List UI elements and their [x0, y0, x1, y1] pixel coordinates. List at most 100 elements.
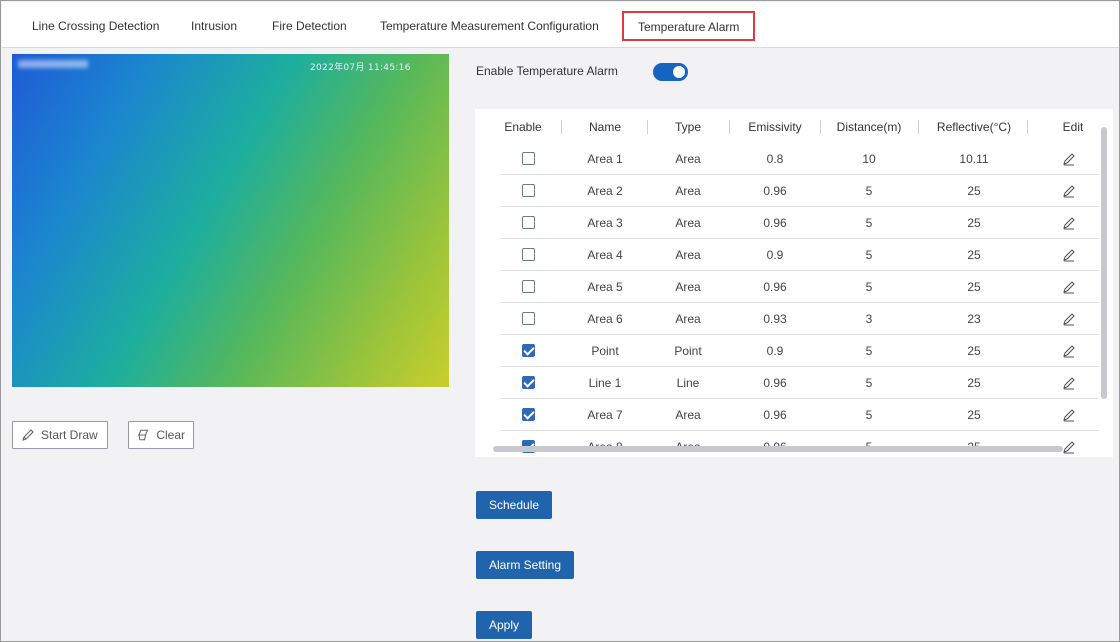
- row-enable-checkbox[interactable]: [522, 248, 535, 261]
- edit-pencil-icon[interactable]: [1062, 248, 1076, 262]
- row-enable-checkbox[interactable]: [522, 408, 535, 421]
- row-enable-checkbox[interactable]: [522, 152, 535, 165]
- row-type: Area: [675, 408, 701, 422]
- table-row: Area 3 Area 0.96 5 25: [499, 207, 1099, 239]
- row-reflective: 25: [967, 280, 981, 294]
- clear-button[interactable]: Clear: [128, 421, 194, 449]
- edit-pencil-icon[interactable]: [1062, 408, 1076, 422]
- enable-temperature-alarm-label: Enable Temperature Alarm: [476, 64, 618, 78]
- start-draw-button[interactable]: Start Draw: [12, 421, 108, 449]
- alarm-rules-table: Enable Name Type Emissivity Distance(m) …: [475, 109, 1113, 457]
- row-distance: 5: [865, 216, 873, 230]
- header-separator: [1027, 120, 1028, 134]
- row-name: Area 8: [575, 431, 635, 457]
- edit-pencil-icon[interactable]: [1062, 216, 1076, 230]
- toggle-knob: [673, 66, 685, 78]
- row-type: Area: [675, 216, 701, 230]
- row-distance: 10: [862, 152, 876, 166]
- row-name: Area 6: [587, 312, 623, 326]
- row-type: Area: [675, 184, 701, 198]
- table-row: Area 2 Area 0.96 5 25: [499, 175, 1099, 207]
- row-name: Area 4: [587, 248, 623, 262]
- schedule-button[interactable]: Schedule: [476, 491, 553, 519]
- header-separator: [647, 120, 648, 134]
- alarm-setting-button[interactable]: Alarm Setting: [476, 551, 575, 579]
- clear-label: Clear: [156, 428, 185, 442]
- row-name: Area 5: [587, 280, 623, 294]
- row-reflective: 25: [927, 431, 1021, 457]
- edit-pencil-icon[interactable]: [1062, 184, 1076, 198]
- row-emissivity: 0.8: [766, 152, 784, 166]
- row-type: Area: [675, 280, 701, 294]
- row-emissivity: 0.96: [763, 216, 787, 230]
- row-reflective: 25: [967, 184, 981, 198]
- row-enable-checkbox[interactable]: [522, 344, 535, 357]
- row-reflective: 25: [967, 344, 981, 358]
- tab-line-crossing-detection[interactable]: Line Crossing Detection: [32, 16, 159, 36]
- row-emissivity: 0.96: [763, 408, 787, 422]
- row-distance: 3: [865, 312, 873, 326]
- tab-fire-detection[interactable]: Fire Detection: [272, 16, 347, 36]
- row-reflective: 10.11: [959, 152, 989, 166]
- row-enable-checkbox[interactable]: [522, 376, 535, 389]
- row-reflective: 25: [967, 408, 981, 422]
- row-enable-checkbox[interactable]: [522, 280, 535, 293]
- column-header-enable: Enable: [504, 120, 542, 134]
- table-row: Point Point 0.9 5 25: [499, 335, 1099, 367]
- row-enable-checkbox[interactable]: [522, 312, 535, 325]
- row-name: Area 2: [587, 184, 623, 198]
- table-row: Line 1 Line 0.96 5 25: [499, 367, 1099, 399]
- column-header-name: Name: [588, 120, 621, 134]
- table-row: Area 6 Area 0.93 3 23: [499, 303, 1099, 335]
- tab-temperature-alarm[interactable]: Temperature Alarm: [622, 11, 756, 41]
- row-distance: 5: [865, 280, 873, 294]
- main-frame: Line Crossing Detection Intrusion Fire D…: [0, 0, 1120, 642]
- row-type: Point: [674, 344, 702, 358]
- row-type: Area: [675, 248, 701, 262]
- table-row: Area 1 Area 0.8 10 10.11: [499, 143, 1099, 175]
- row-reflective: 25: [967, 376, 981, 390]
- column-header-edit: Edit: [1062, 120, 1084, 134]
- vertical-scrollbar[interactable]: [1101, 127, 1107, 399]
- row-emissivity: 0.9: [766, 248, 784, 262]
- start-draw-label: Start Draw: [41, 428, 98, 442]
- table-row: Area 8 Area 0.96 5 25: [499, 431, 1099, 457]
- row-type: Area: [675, 312, 701, 326]
- row-emissivity: 0.9: [766, 344, 784, 358]
- thermal-preview[interactable]: 2022年07月 11:45:16: [12, 54, 449, 387]
- row-type: Area: [659, 431, 717, 457]
- row-reflective: 25: [967, 216, 981, 230]
- edit-pencil-icon[interactable]: [1062, 344, 1076, 358]
- eraser-icon: [138, 429, 149, 441]
- row-enable-checkbox[interactable]: [522, 216, 535, 229]
- preview-osd-timestamp: 2022年07月 11:45:16: [310, 63, 411, 73]
- row-distance: 5: [865, 248, 873, 262]
- row-reflective: 25: [967, 248, 981, 262]
- table-row: Area 5 Area 0.96 5 25: [499, 271, 1099, 303]
- row-emissivity: 0.96: [763, 376, 787, 390]
- row-distance: 5: [865, 408, 873, 422]
- edit-pencil-icon[interactable]: [1062, 280, 1076, 294]
- tab-temperature-measurement-configuration[interactable]: Temperature Measurement Configuration: [380, 16, 599, 36]
- edit-pencil-icon[interactable]: [1062, 376, 1076, 390]
- row-enable-checkbox[interactable]: [522, 184, 535, 197]
- edit-pencil-icon[interactable]: [1062, 312, 1076, 326]
- row-name: Area 7: [587, 408, 623, 422]
- row-type: Line: [676, 376, 700, 390]
- header-separator: [820, 120, 821, 134]
- edit-pencil-icon[interactable]: [1062, 440, 1076, 454]
- column-header-distance: Distance(m): [836, 120, 902, 134]
- apply-button[interactable]: Apply: [476, 611, 533, 639]
- tab-intrusion[interactable]: Intrusion: [191, 16, 237, 36]
- enable-temperature-alarm-toggle[interactable]: [653, 63, 688, 81]
- row-emissivity: 0.93: [763, 312, 787, 326]
- table-row: Area 7 Area 0.96 5 25: [499, 399, 1099, 431]
- row-distance: 5: [865, 344, 873, 358]
- column-header-type: Type: [674, 120, 701, 134]
- row-reflective: 23: [967, 312, 981, 326]
- column-header-reflective: Reflective(°C): [936, 120, 1012, 134]
- row-name: Area 3: [587, 216, 623, 230]
- pencil-icon: [22, 429, 34, 441]
- horizontal-scrollbar[interactable]: [493, 446, 1063, 452]
- edit-pencil-icon[interactable]: [1062, 152, 1076, 166]
